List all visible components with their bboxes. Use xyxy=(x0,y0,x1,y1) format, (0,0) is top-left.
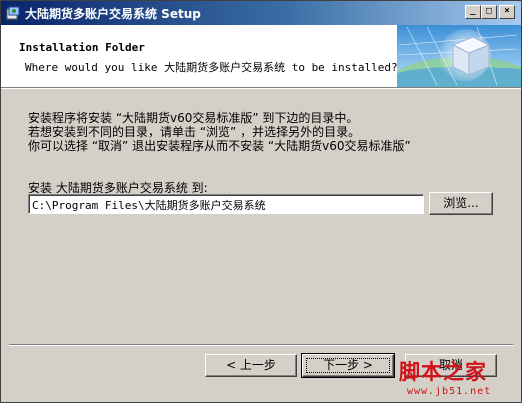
site-watermark: 脚本之家 www.jb51.net xyxy=(399,356,519,402)
window-title: 大陆期货多账户交易系统 Setup xyxy=(25,7,201,21)
watermark-url: www.jb51.net xyxy=(407,386,492,397)
header-divider xyxy=(1,88,521,89)
back-button-label: < 上一步 xyxy=(226,358,276,372)
page-title: Installation Folder xyxy=(19,41,145,54)
page-subtitle: Where would you like 大陆期货多账户交易系统 to be i… xyxy=(25,61,398,74)
footer-separator xyxy=(9,344,513,346)
description-line-3: 你可以选择 “取消” 退出安装程序从而不安装 “大陆期货v60交易标准版” xyxy=(28,139,411,153)
installer-app-icon xyxy=(6,6,20,20)
browse-button[interactable]: 浏览... xyxy=(429,192,493,215)
watermark-text: 脚本之家 xyxy=(399,359,487,384)
maximize-button[interactable]: □ xyxy=(481,5,497,19)
title-bar[interactable]: 大陆期货多账户交易系统 Setup _ □ × xyxy=(1,1,521,25)
next-button[interactable]: 下一步 > xyxy=(301,353,395,378)
installer-window: 大陆期货多账户交易系统 Setup _ □ × Installation Fol… xyxy=(0,0,522,403)
wizard-header: Installation Folder Where would you like… xyxy=(1,25,521,88)
minimize-button[interactable]: _ xyxy=(465,5,481,19)
close-button[interactable]: × xyxy=(499,5,515,19)
install-path-input[interactable]: C:\Program Files\大陆期货多账户交易系统 xyxy=(28,194,424,214)
back-button[interactable]: < 上一步 xyxy=(205,354,297,377)
install-box-globe-icon xyxy=(397,25,521,87)
focus-rectangle xyxy=(306,358,390,373)
browse-button-label: 浏览... xyxy=(443,196,479,210)
